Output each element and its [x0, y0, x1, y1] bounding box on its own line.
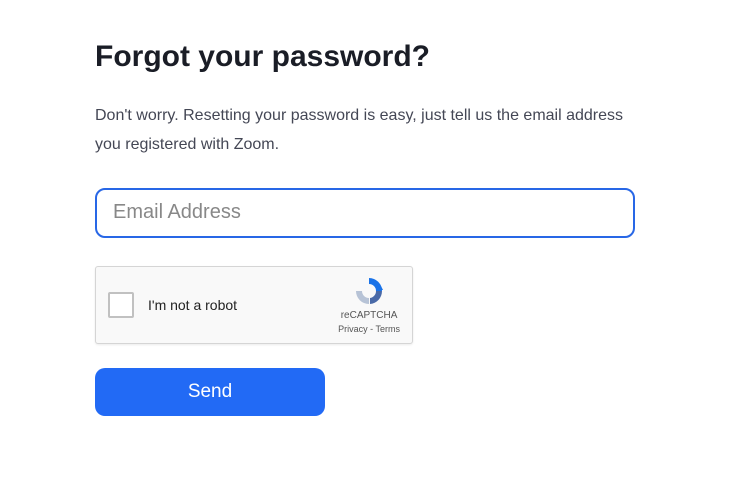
page-description: Don't worry. Resetting your password is … — [95, 102, 635, 160]
recaptcha-privacy-link[interactable]: Privacy — [338, 324, 368, 334]
recaptcha-brand-text: reCAPTCHA — [341, 310, 398, 321]
recaptcha-separator: - — [368, 324, 376, 334]
recaptcha-widget: I'm not a robot reCAPTCHA Privacy - Term… — [95, 266, 413, 344]
recaptcha-branding: reCAPTCHA Privacy - Terms — [338, 275, 400, 334]
recaptcha-terms-link[interactable]: Terms — [376, 324, 401, 334]
page-title: Forgot your password? — [95, 40, 635, 74]
send-button[interactable]: Send — [95, 368, 325, 416]
email-field[interactable] — [95, 188, 635, 238]
recaptcha-links: Privacy - Terms — [338, 324, 400, 334]
recaptcha-label: I'm not a robot — [148, 297, 338, 313]
recaptcha-checkbox[interactable] — [108, 292, 134, 318]
recaptcha-icon — [353, 275, 385, 307]
